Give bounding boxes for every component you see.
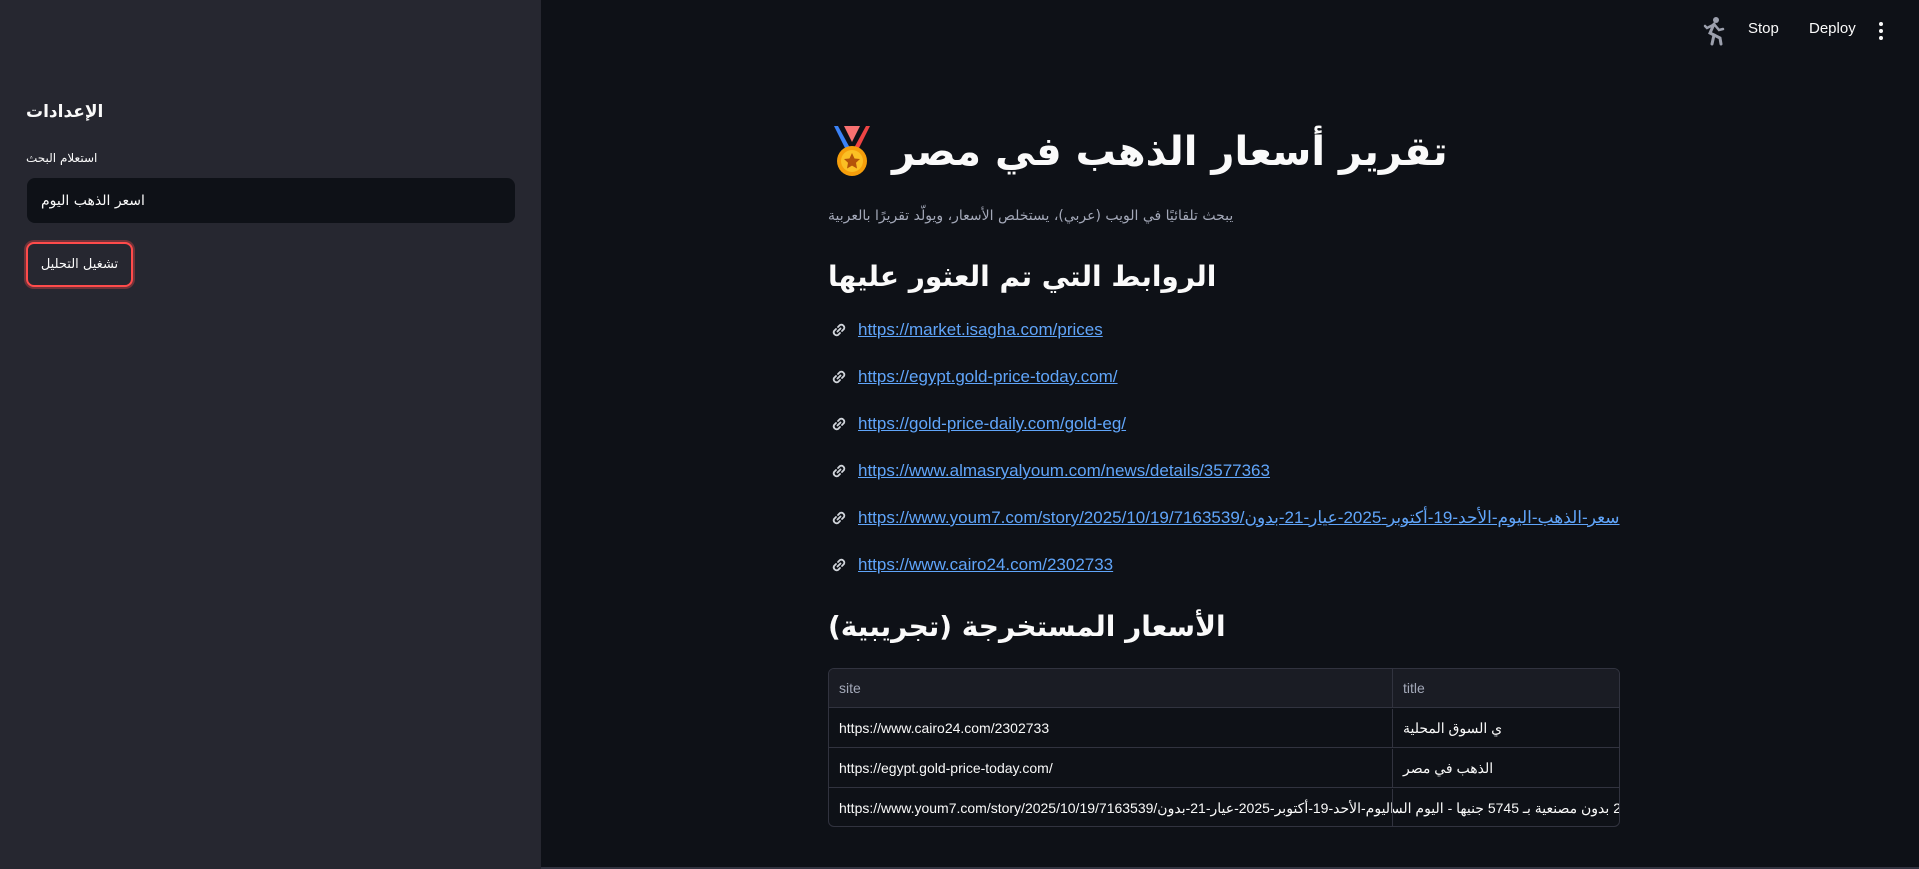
search-query-label: استعلام البحث <box>26 151 98 165</box>
table-row[interactable]: https://www.youm7.com/story/2025/10/19/7… <box>829 789 1619 826</box>
table-row[interactable]: https://www.cairo24.com/2302733 ي السوق … <box>829 709 1619 748</box>
column-header-site[interactable]: site <box>829 669 1393 708</box>
link-url[interactable]: https://www.cairo24.com/2302733 <box>858 555 1113 575</box>
medal-icon <box>834 126 870 176</box>
run-analysis-button[interactable]: تشغيل التحليل <box>26 242 133 287</box>
stop-button[interactable]: Stop <box>1748 20 1779 37</box>
link-url[interactable]: https://egypt.gold-price-today.com/ <box>858 367 1118 387</box>
table-cell-title[interactable]: 2 بدون مصنعية بـ 5745 جنيها - اليوم السا… <box>1393 789 1619 826</box>
link-icon <box>832 558 846 572</box>
table-cell-title[interactable]: الذهب في مصر <box>1393 749 1619 788</box>
link-row: https://market.isagha.com/prices <box>830 320 1103 340</box>
page-caption: يبحث تلقائيًا في الويب (عربي)، يستخلص ال… <box>828 208 1234 224</box>
link-url[interactable]: https://market.isagha.com/prices <box>858 320 1103 340</box>
link-icon <box>832 417 846 431</box>
link-url[interactable]: https://www.youm7.com/story/2025/10/19/7… <box>858 508 1620 528</box>
table-header-row: site title <box>829 669 1619 708</box>
link-icon <box>832 464 846 478</box>
column-header-title[interactable]: title <box>1393 669 1619 708</box>
table-row[interactable]: https://egypt.gold-price-today.com/ الذه… <box>829 749 1619 788</box>
search-query-input[interactable] <box>27 178 515 223</box>
page-title-text: تقرير أسعار الذهب في مصر <box>892 129 1448 175</box>
link-row: https://www.cairo24.com/2302733 <box>830 555 1113 575</box>
prices-heading: الأسعار المستخرجة (تجريبية) <box>828 610 1226 643</box>
sidebar-title: الإعدادات <box>26 102 104 122</box>
table-cell-title[interactable]: ي السوق المحلية <box>1393 709 1619 748</box>
running-man-icon <box>1703 17 1725 46</box>
prices-table[interactable]: site title https://www.cairo24.com/23027… <box>828 668 1620 827</box>
kebab-menu-icon[interactable] <box>1876 20 1886 42</box>
sidebar: الإعدادات استعلام البحث تشغيل التحليل <box>0 0 541 869</box>
table-cell-site[interactable]: https://egypt.gold-price-today.com/ <box>829 749 1393 788</box>
links-heading: الروابط التي تم العثور عليها <box>828 260 1217 293</box>
main-content: تقرير أسعار الذهب في مصر يبحث تلقائيًا ف… <box>828 0 1620 869</box>
deploy-button[interactable]: Deploy <box>1809 20 1856 37</box>
link-icon <box>832 370 846 384</box>
link-row: https://www.youm7.com/story/2025/10/19/7… <box>830 508 1620 528</box>
link-url[interactable]: https://gold-price-daily.com/gold-eg/ <box>858 414 1126 434</box>
link-icon <box>832 511 846 525</box>
link-icon <box>832 323 846 337</box>
link-row: https://egypt.gold-price-today.com/ <box>830 367 1118 387</box>
link-row: https://gold-price-daily.com/gold-eg/ <box>830 414 1126 434</box>
table-cell-site[interactable]: https://www.cairo24.com/2302733 <box>829 709 1393 748</box>
table-cell-site[interactable]: https://www.youm7.com/story/2025/10/19/7… <box>829 789 1393 826</box>
link-row: https://www.almasryalyoum.com/news/detai… <box>830 461 1270 481</box>
page-title: تقرير أسعار الذهب في مصر <box>828 126 1478 178</box>
link-url[interactable]: https://www.almasryalyoum.com/news/detai… <box>858 461 1270 481</box>
